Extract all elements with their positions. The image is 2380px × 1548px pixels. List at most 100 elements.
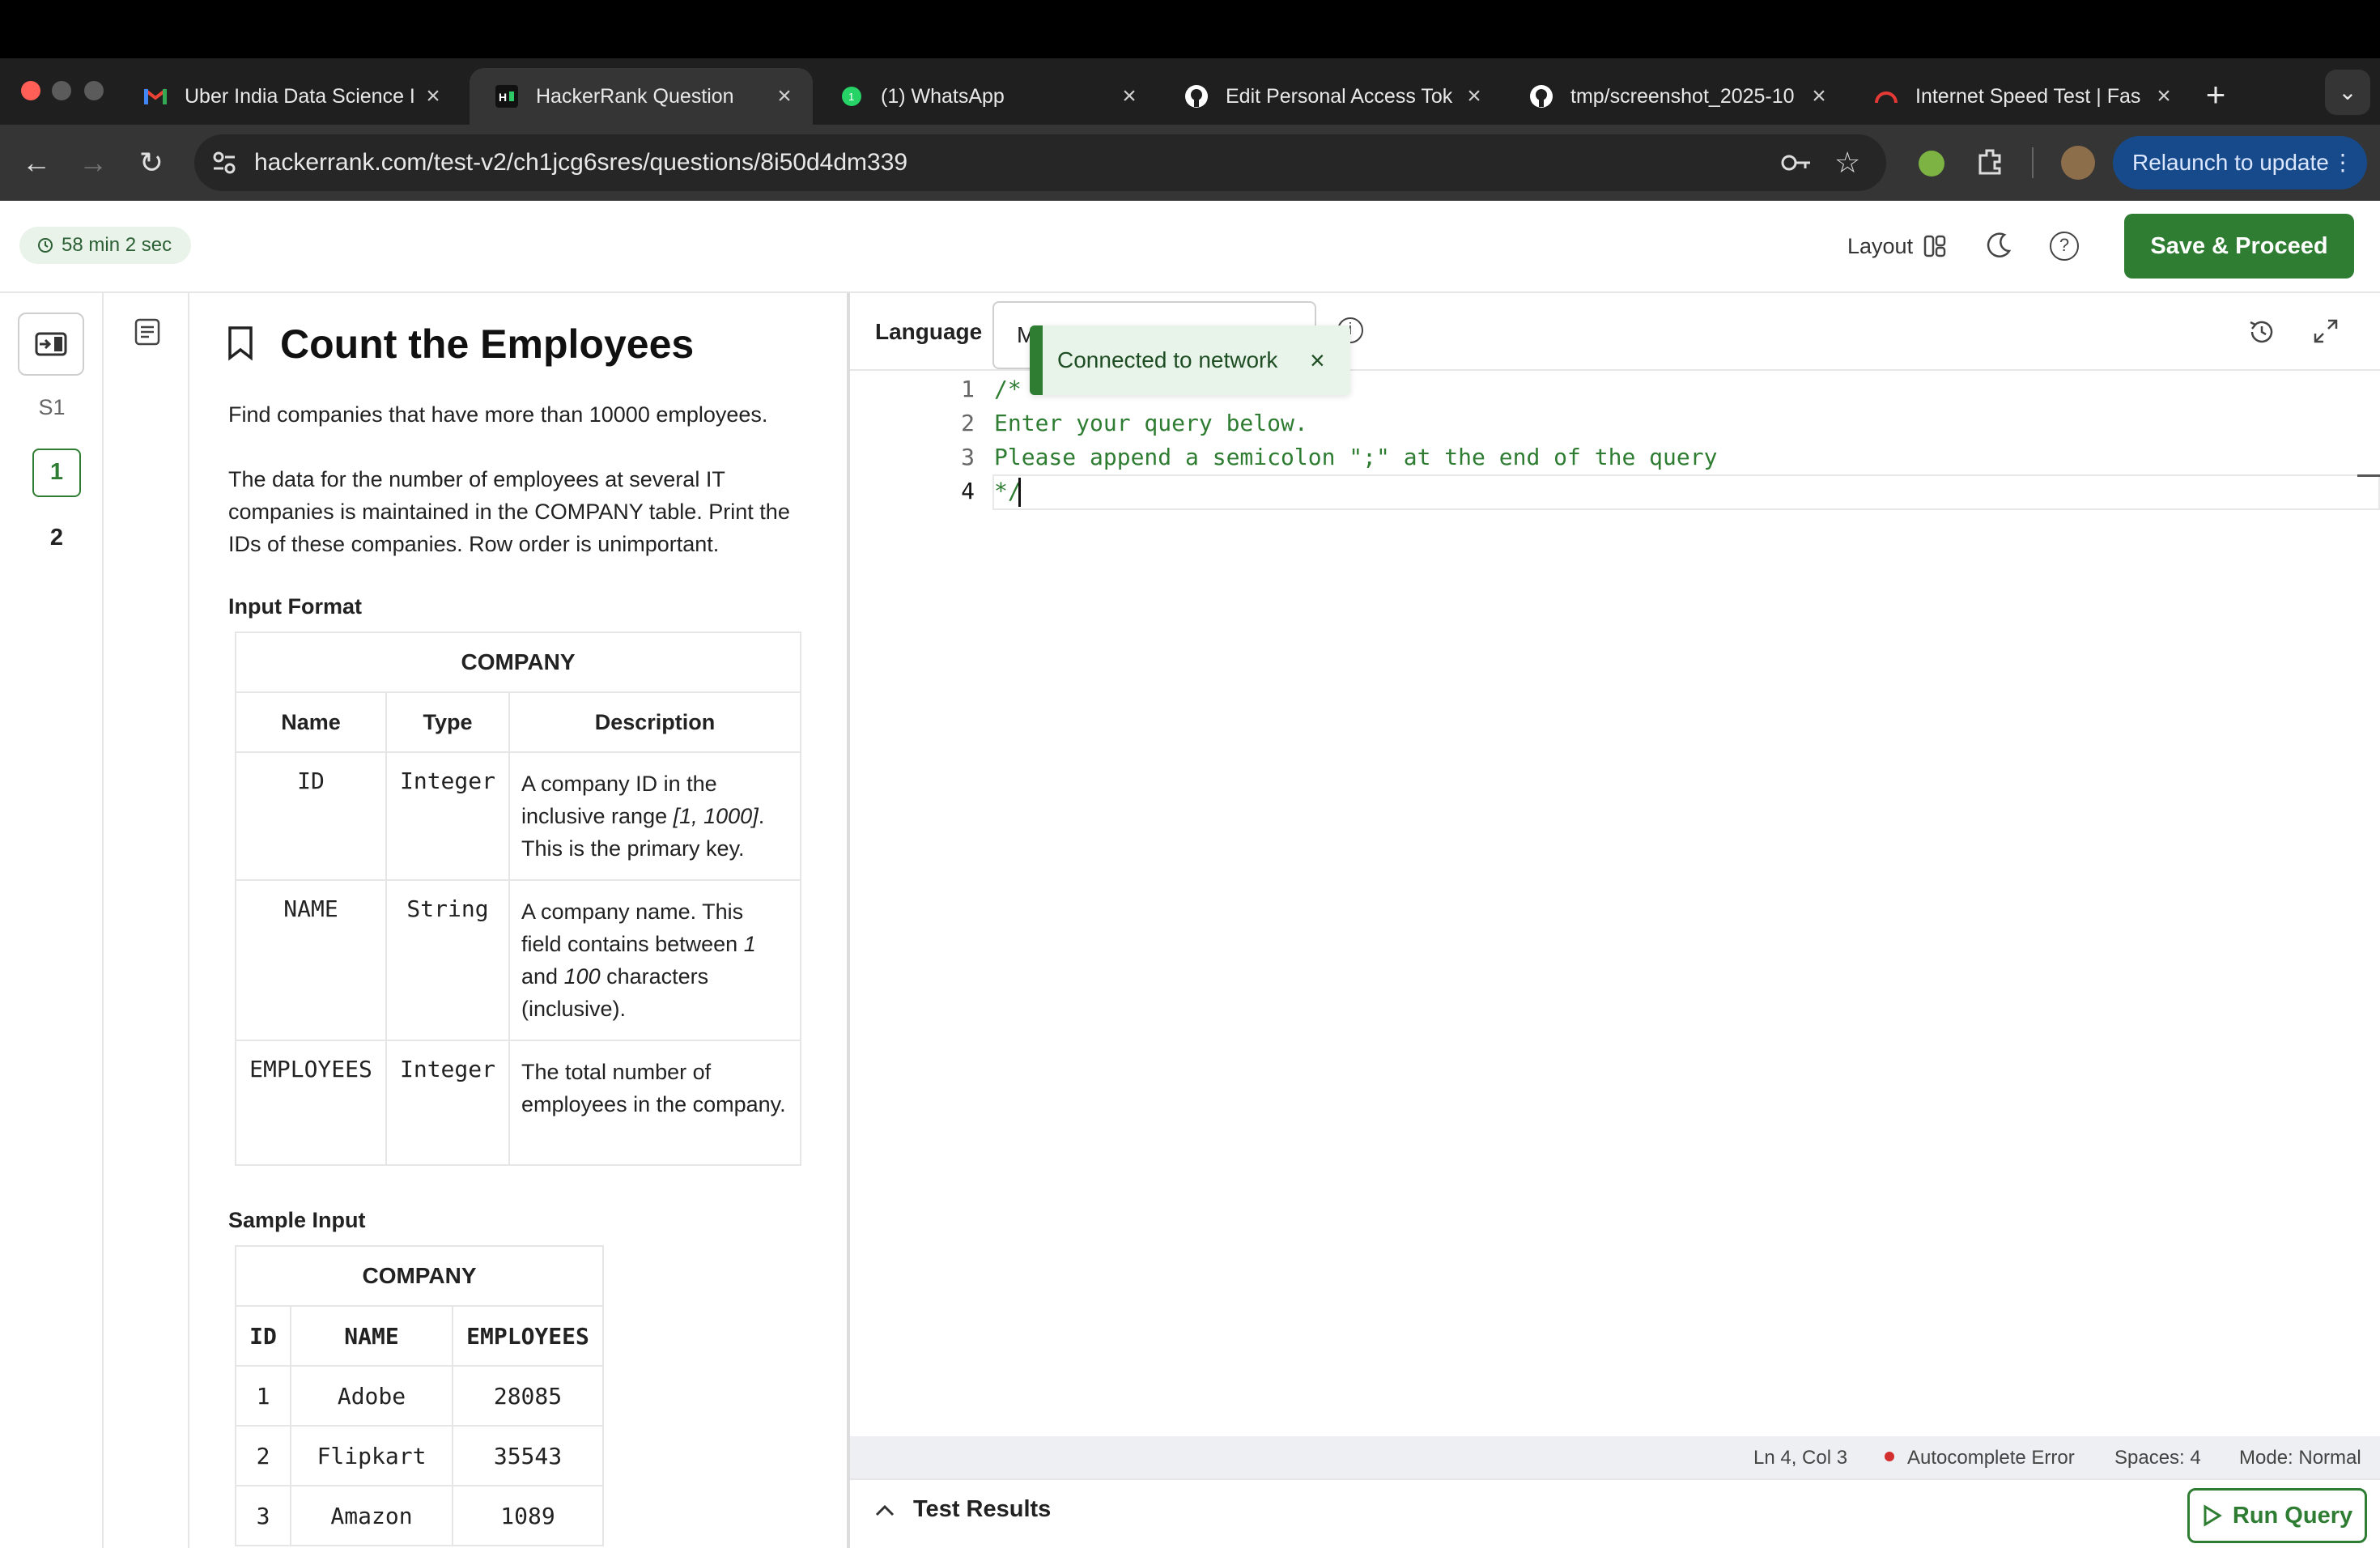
site-settings-icon[interactable] <box>210 149 238 181</box>
text-caret <box>1018 478 1021 507</box>
url-text: hackerrank.com/test-v2/ch1jcg6sres/quest… <box>254 149 908 176</box>
browser-tab-active[interactable]: H HackerRank Question × <box>470 68 813 125</box>
problem-panel: Count the Employees Find companies that … <box>189 293 847 1548</box>
table-row: 2 Flipkart 35543 <box>235 1425 604 1486</box>
run-query-button[interactable]: Run Query <box>2187 1488 2367 1543</box>
help-icon[interactable]: ? <box>2050 232 2079 261</box>
history-icon[interactable] <box>2246 316 2278 352</box>
question-rail: S1 1 2 <box>0 293 156 1548</box>
profile-avatar[interactable] <box>2061 146 2095 180</box>
scroll-marker <box>2357 474 2380 477</box>
forward-button[interactable]: → <box>73 142 113 183</box>
code-line[interactable]: Please append a semicolon ";" at the end… <box>994 444 1717 470</box>
line-number: 1 <box>961 376 975 402</box>
sample-table-caption: COMPANY <box>235 1245 604 1307</box>
browser-tab[interactable]: 1 (1) WhatsApp × <box>814 68 1158 125</box>
timer-text: 58 min 2 sec <box>62 234 172 256</box>
chevron-down-icon: ⌄ <box>2338 79 2357 104</box>
bookmark-icon[interactable] <box>227 325 254 365</box>
autocomplete-status[interactable]: Autocomplete Error <box>1907 1447 2075 1469</box>
github-icon <box>1528 83 1554 109</box>
minimize-window-button[interactable] <box>52 81 71 100</box>
back-button[interactable]: ← <box>16 142 57 183</box>
close-tab-icon[interactable]: × <box>1117 83 1141 110</box>
close-icon[interactable]: × <box>1310 346 1350 376</box>
close-window-button[interactable] <box>21 81 40 100</box>
sample-header: EMPLOYEES <box>452 1305 604 1367</box>
dark-mode-moon-icon[interactable] <box>1983 230 2014 265</box>
sample-input-heading: Sample Input <box>228 1208 366 1232</box>
browser-tab[interactable]: tmp/screenshot_2025-10 × <box>1504 68 1847 125</box>
schema-cell-type: String <box>385 879 510 1041</box>
schema-cell-name: EMPLOYEES <box>235 1040 387 1166</box>
close-tab-icon[interactable]: × <box>1462 83 1486 110</box>
zoom-window-button[interactable] <box>84 81 104 100</box>
close-tab-icon[interactable]: × <box>2152 83 2176 110</box>
svg-text:H: H <box>499 91 507 104</box>
input-format-heading: Input Format <box>228 594 362 619</box>
fullscreen-icon[interactable] <box>2312 317 2340 349</box>
run-query-label: Run Query <box>2232 1502 2353 1529</box>
code-line[interactable]: */ <box>994 478 1022 504</box>
sample-header: NAME <box>290 1305 453 1367</box>
sample-cell: 1 <box>235 1365 291 1427</box>
reload-icon: ↻ <box>138 146 164 179</box>
sample-cell: 1089 <box>452 1485 604 1546</box>
schema-cell-type: Integer <box>385 751 510 881</box>
browser-tab[interactable]: Internet Speed Test | Fas × <box>1849 68 2192 125</box>
close-tab-icon[interactable]: × <box>421 83 445 110</box>
extensions-puzzle-icon[interactable] <box>1975 146 2006 181</box>
problem-side-rail <box>104 293 189 1548</box>
password-key-icon[interactable] <box>1781 151 1812 179</box>
extension-plus-icon[interactable] <box>1919 151 1944 176</box>
sample-cell: Flipkart <box>290 1425 453 1486</box>
collapse-panel-button[interactable] <box>18 313 84 376</box>
network-toast: Connected to network × <box>1030 325 1350 395</box>
schema-cell-type: Integer <box>385 1040 510 1166</box>
new-tab-button[interactable]: + <box>2195 74 2236 115</box>
sample-cell: 28085 <box>452 1365 604 1427</box>
test-results-bar: Test Results Run Query <box>850 1478 2380 1548</box>
sample-table: COMPANY ID NAME EMPLOYEES 1 Adobe 28085 … <box>235 1245 604 1546</box>
schema-cell-name: ID <box>235 751 387 881</box>
panel-toggle-icon <box>35 332 67 356</box>
address-bar[interactable]: hackerrank.com/test-v2/ch1jcg6sres/quest… <box>194 134 1886 191</box>
app-header: 58 min 2 sec Layout ? Save & Proceed <box>0 201 2380 293</box>
layout-button[interactable]: Layout <box>1847 223 1947 269</box>
tab-search-button[interactable]: ⌄ <box>2325 70 2370 115</box>
code-line[interactable]: /* <box>994 376 1022 402</box>
browser-tab[interactable]: Edit Personal Access Tok × <box>1159 68 1502 125</box>
editor-mode[interactable]: Mode: Normal <box>2239 1447 2361 1469</box>
timer-badge: 58 min 2 sec <box>19 227 192 264</box>
indent-spaces[interactable]: Spaces: 4 <box>2114 1447 2201 1469</box>
code-line[interactable]: Enter your query below. <box>994 410 1308 436</box>
browser-tab[interactable]: Uber India Data Science I × <box>118 68 461 125</box>
close-tab-icon[interactable]: × <box>772 83 797 110</box>
close-tab-icon[interactable]: × <box>1807 83 1831 110</box>
arrow-left-icon: ← <box>22 146 51 179</box>
question-1-button[interactable]: 1 <box>32 449 81 497</box>
reload-button[interactable]: ↻ <box>131 142 172 183</box>
whatsapp-icon: 1 <box>839 83 865 109</box>
hackerrank-icon: H <box>494 83 520 109</box>
code-editor-panel: Language MySQL i Connected to network × … <box>850 293 2380 1548</box>
relaunch-button[interactable]: Relaunch to update ⋮ <box>2113 136 2367 189</box>
schema-header-type: Type <box>385 691 510 753</box>
github-icon <box>1184 83 1209 109</box>
problem-description: The data for the number of employees at … <box>228 467 790 556</box>
line-number: 4 <box>961 478 975 504</box>
question-2-button[interactable]: 2 <box>32 513 81 562</box>
more-vert-icon: ⋮ <box>2331 150 2354 175</box>
problem-intro: Find companies that have more than 10000… <box>228 402 768 427</box>
problem-document-icon[interactable] <box>133 317 162 351</box>
schema-header-description: Description <box>508 691 801 753</box>
cursor-position: Ln 4, Col 3 <box>1753 1447 1848 1469</box>
relaunch-label: Relaunch to update <box>2132 150 2329 175</box>
save-proceed-button[interactable]: Save & Proceed <box>2124 214 2354 279</box>
sample-cell: 35543 <box>452 1425 604 1486</box>
test-results-toggle[interactable]: Test Results <box>874 1496 1051 1523</box>
test-results-label: Test Results <box>913 1496 1052 1522</box>
toolbar-divider <box>2032 147 2034 178</box>
bookmark-star-icon[interactable]: ☆ <box>1834 146 1860 180</box>
editor-header: Language MySQL i Connected to network × <box>850 293 2380 395</box>
